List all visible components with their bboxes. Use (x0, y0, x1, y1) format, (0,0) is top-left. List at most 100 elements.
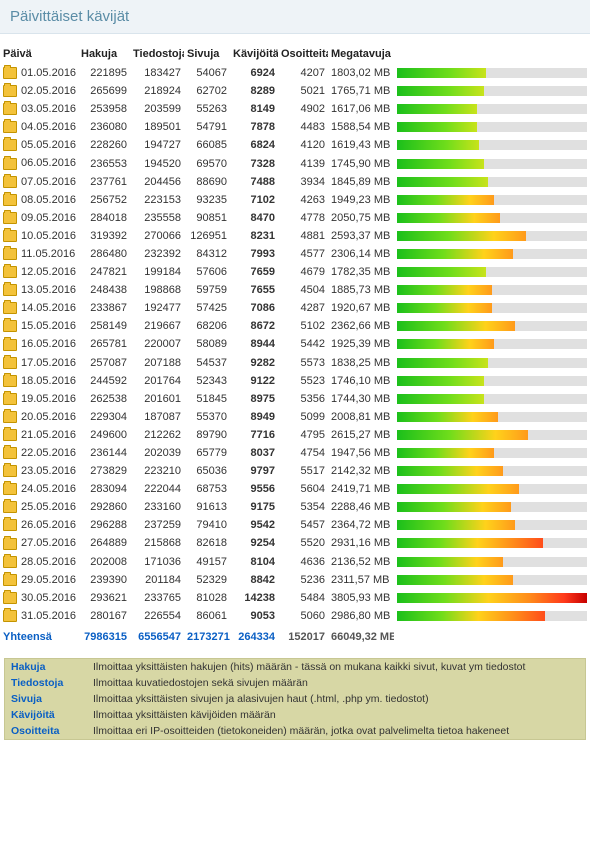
date-link[interactable]: 28.05.2016 (21, 556, 76, 568)
date-link[interactable]: 09.05.2016 (21, 212, 76, 224)
date-link[interactable]: 19.05.2016 (21, 393, 76, 405)
cell-mb: 1845,89 MB (328, 173, 394, 191)
cell-mb: 1617,06 MB (328, 100, 394, 118)
cell-visitors: 8037 (230, 444, 278, 462)
cell-files: 204456 (130, 173, 184, 191)
cell-visitors: 8672 (230, 317, 278, 335)
cell-mb: 1949,23 MB (328, 191, 394, 209)
date-link[interactable]: 05.05.2016 (21, 139, 76, 151)
cell-hosts: 4483 (278, 118, 328, 136)
cell-visitors: 8289 (230, 82, 278, 100)
date-link[interactable]: 11.05.2016 (21, 248, 75, 260)
date-link[interactable]: 27.05.2016 (21, 537, 76, 549)
date-link[interactable]: 17.05.2016 (21, 357, 76, 369)
cell-visitors: 8149 (230, 100, 278, 118)
cell-pages: 126951 (184, 227, 230, 245)
cell-bar (394, 191, 590, 209)
usage-bar (397, 249, 587, 259)
legend-key: Kävijöitä (5, 707, 87, 723)
cell-date: 17.05.2016 (0, 354, 78, 372)
cell-pages: 68753 (184, 480, 230, 498)
cell-mb: 1746,10 MB (328, 372, 394, 390)
legend-key: Hakuja (5, 659, 87, 675)
cell-visitors: 7716 (230, 426, 278, 444)
cell-bar (394, 227, 590, 245)
cell-visitors: 9542 (230, 516, 278, 534)
cell-hits: 319392 (78, 227, 130, 245)
usage-bar (397, 593, 587, 603)
cell-date: 12.05.2016 (0, 263, 78, 281)
cell-hosts: 5021 (278, 82, 328, 100)
date-link[interactable]: 14.05.2016 (21, 302, 76, 314)
cell-pages: 81028 (184, 589, 230, 607)
date-link[interactable]: 06.05.2016 (21, 157, 76, 169)
cell-visitors: 7993 (230, 245, 278, 263)
date-link[interactable]: 13.05.2016 (21, 284, 76, 296)
cell-bar (394, 498, 590, 516)
cell-visitors: 8470 (230, 209, 278, 227)
date-link[interactable]: 01.05.2016 (21, 67, 76, 79)
date-link[interactable]: 18.05.2016 (21, 375, 76, 387)
date-link[interactable]: 07.05.2016 (21, 176, 76, 188)
cell-date: 30.05.2016 (0, 589, 78, 607)
cell-mb: 2142,32 MB (328, 462, 394, 480)
cell-bar (394, 462, 590, 480)
usage-bar (397, 195, 587, 205)
table-row: 23.05.201627382922321065036979755172142,… (0, 462, 590, 480)
cell-hosts: 3934 (278, 173, 328, 191)
cell-hosts: 4504 (278, 281, 328, 299)
legend-value: Ilmoittaa yksittäisten kävijöiden määrän (87, 707, 585, 723)
cell-pages: 65036 (184, 462, 230, 480)
date-link[interactable]: 16.05.2016 (21, 338, 76, 350)
date-link[interactable]: 26.05.2016 (21, 519, 76, 531)
date-link[interactable]: 10.05.2016 (21, 230, 76, 242)
cell-pages: 52329 (184, 571, 230, 589)
cell-hits: 253958 (78, 100, 130, 118)
date-link[interactable]: 15.05.2016 (21, 320, 76, 332)
usage-bar (397, 303, 587, 313)
usage-bar (397, 394, 587, 404)
usage-bar (397, 177, 587, 187)
date-link[interactable]: 29.05.2016 (21, 574, 76, 586)
date-link[interactable]: 04.05.2016 (21, 121, 76, 133)
folder-icon (3, 230, 17, 242)
table-row: 31.05.201628016722655486061905350602986,… (0, 607, 590, 625)
cell-bar (394, 426, 590, 444)
cell-date: 10.05.2016 (0, 227, 78, 245)
date-link[interactable]: 31.05.2016 (21, 610, 76, 622)
date-link[interactable]: 24.05.2016 (21, 483, 76, 495)
date-link[interactable]: 21.05.2016 (21, 429, 76, 441)
date-link[interactable]: 20.05.2016 (21, 411, 76, 423)
cell-pages: 90851 (184, 209, 230, 227)
date-link[interactable]: 23.05.2016 (21, 465, 76, 477)
cell-bar (394, 64, 590, 82)
cell-files: 183427 (130, 64, 184, 82)
date-link[interactable]: 25.05.2016 (21, 501, 76, 513)
date-link[interactable]: 02.05.2016 (21, 85, 76, 97)
cell-hits: 244592 (78, 372, 130, 390)
cell-files: 192477 (130, 299, 184, 317)
cell-visitors: 7086 (230, 299, 278, 317)
cell-visitors: 7488 (230, 173, 278, 191)
date-link[interactable]: 08.05.2016 (21, 194, 76, 206)
cell-visitors: 7102 (230, 191, 278, 209)
date-link[interactable]: 30.05.2016 (21, 592, 76, 604)
date-link[interactable]: 12.05.2016 (21, 266, 76, 278)
usage-bar (397, 484, 587, 494)
folder-icon (3, 339, 17, 351)
cell-date: 28.05.2016 (0, 553, 78, 571)
folder-icon (3, 320, 17, 332)
cell-bar (394, 335, 590, 353)
date-link[interactable]: 03.05.2016 (21, 103, 76, 115)
table-header-row: Päivä Hakuja Tiedostoja Sivuja Kävijöitä… (0, 44, 590, 64)
table-row: 02.05.201626569921892462702828950211765,… (0, 82, 590, 100)
cell-date: 01.05.2016 (0, 64, 78, 82)
cell-files: 207188 (130, 354, 184, 372)
cell-mb: 2615,27 MB (328, 426, 394, 444)
date-link[interactable]: 22.05.2016 (21, 447, 76, 459)
total-row: Yhteensä 7986315 6556547 2173271 264334 … (0, 625, 590, 646)
folder-icon (3, 103, 17, 115)
cell-files: 194520 (130, 154, 184, 172)
usage-bar (397, 466, 587, 476)
cell-visitors: 9175 (230, 498, 278, 516)
